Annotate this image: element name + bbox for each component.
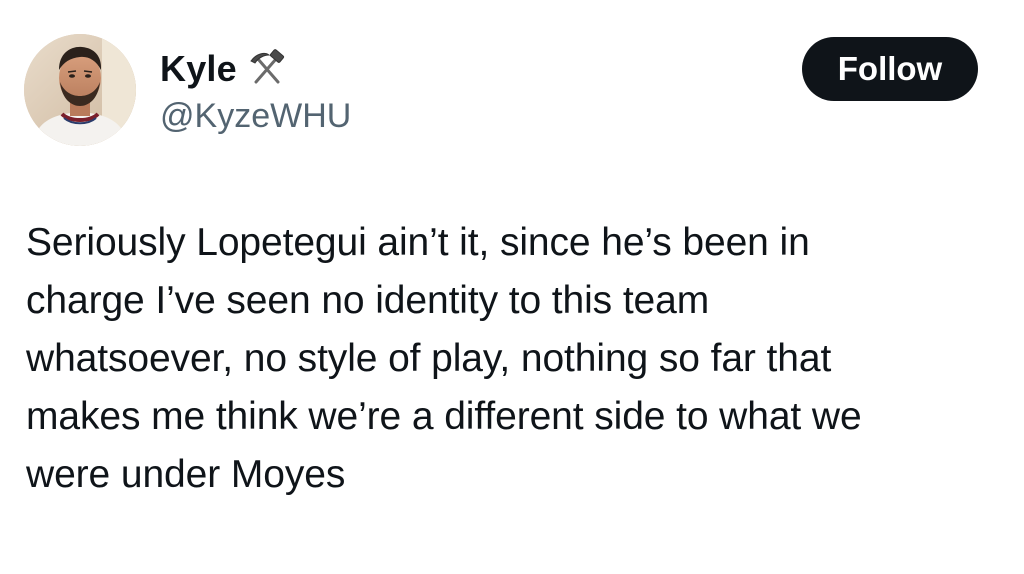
avatar-photo bbox=[24, 34, 136, 146]
author-name-row: Kyle bbox=[160, 44, 287, 94]
tweet-text-line: charge I’ve seen no identity to this tea… bbox=[26, 279, 710, 322]
follow-button[interactable]: Follow bbox=[802, 37, 978, 101]
hammer-and-pick-icon bbox=[247, 49, 287, 89]
tweet-text-line: were under Moyes bbox=[26, 453, 346, 496]
tweet-text-line: whatsoever, no style of play, nothing so… bbox=[26, 337, 832, 380]
author-handle[interactable]: @KyzeWHU bbox=[160, 94, 351, 138]
tweet-text-line: Seriously Lopetegui ain’t it, since he’s… bbox=[26, 221, 810, 264]
avatar[interactable] bbox=[24, 34, 136, 146]
tweet-text: Seriously Lopetegui ain’t it, since he’s… bbox=[26, 214, 1006, 504]
tweet-card: Kyle @KyzeWHU Follow Seriously Lopetegui… bbox=[0, 0, 1024, 574]
display-name[interactable]: Kyle bbox=[160, 47, 237, 91]
tweet-text-line: makes me think we’re a different side to… bbox=[26, 395, 862, 438]
